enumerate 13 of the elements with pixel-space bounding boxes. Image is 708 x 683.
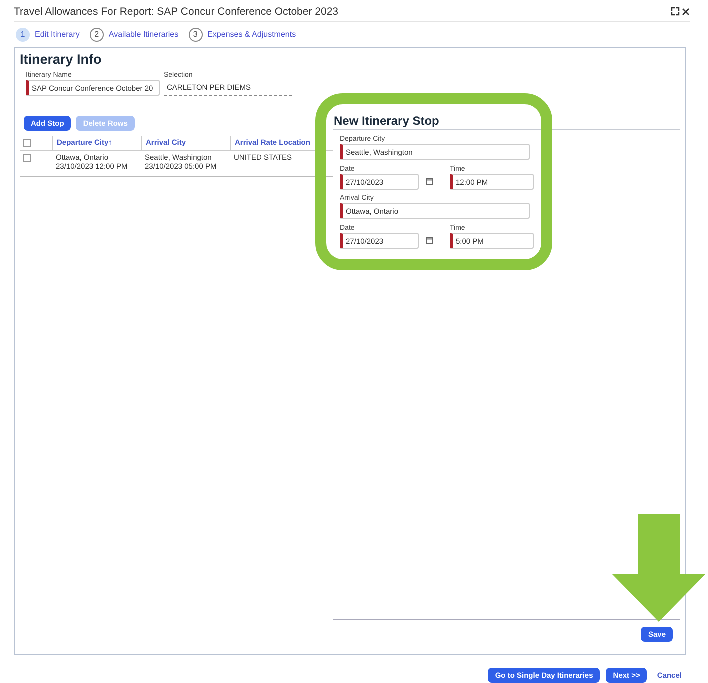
arrow-icon xyxy=(612,514,706,622)
step-tab[interactable]: 2 Available Itineraries xyxy=(90,28,179,42)
section-heading: Itinerary Info xyxy=(20,52,103,67)
select-all-checkbox[interactable] xyxy=(23,139,31,147)
step-tab[interactable]: 1 Edit Itinerary xyxy=(16,28,80,42)
close-icon[interactable] xyxy=(682,8,690,16)
expand-icon[interactable] xyxy=(671,7,680,16)
calendar-icon[interactable] xyxy=(426,237,433,244)
calendar-icon[interactable] xyxy=(426,178,433,185)
row-checkbox[interactable] xyxy=(23,154,31,162)
window-title: Travel Allowances For Report: SAP Concur Conference October 2023 xyxy=(14,6,338,18)
step-tab[interactable]: 3 Expenses & Adjustments xyxy=(188,28,296,42)
panel-heading: New Itinerary Stop xyxy=(333,114,680,130)
